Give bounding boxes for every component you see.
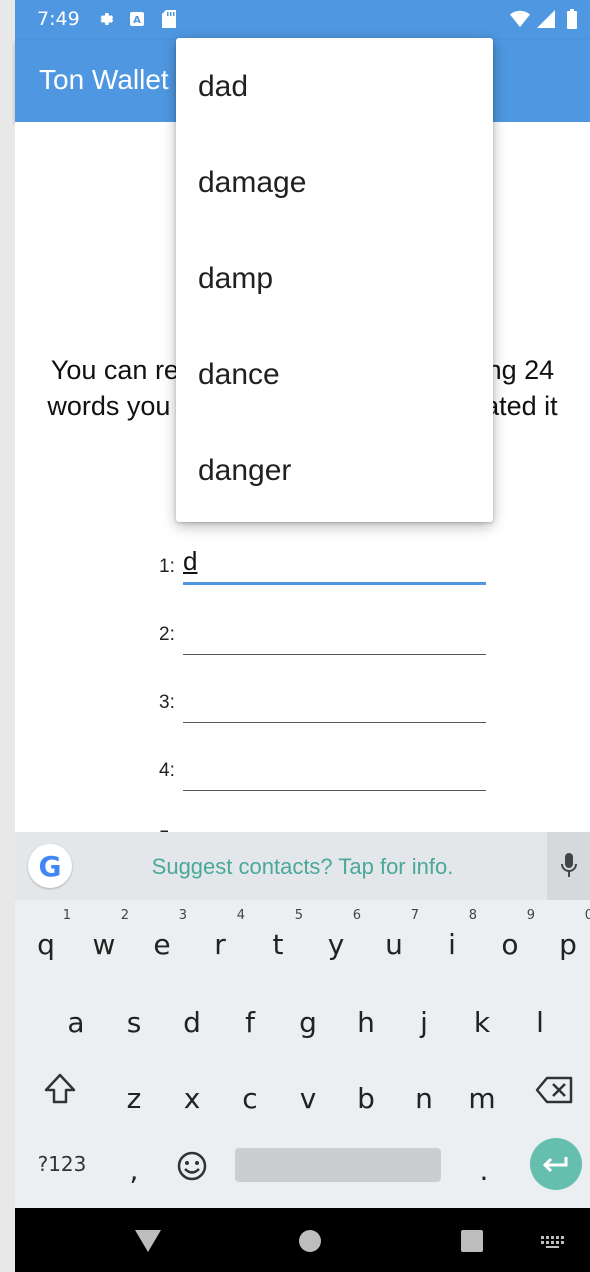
key-hint: 7: [410, 908, 419, 923]
key-hint: 3: [178, 908, 187, 923]
emoji-icon: [177, 1151, 207, 1181]
suggestion-option[interactable]: dance: [198, 358, 280, 392]
word-input-2[interactable]: [183, 618, 486, 655]
status-bar: 7:49 A: [15, 0, 590, 40]
symbols-key[interactable]: ?123: [27, 1144, 97, 1204]
key-s[interactable]: s: [107, 990, 161, 1050]
word-row: 1: d: [15, 546, 590, 596]
key-k[interactable]: k: [455, 990, 509, 1050]
soft-keyboard: G Suggest contacts? Tap for info. 1q2w3e…: [15, 832, 590, 1208]
key-g[interactable]: g: [281, 990, 335, 1050]
wifi-icon: [510, 9, 530, 29]
key-o[interactable]: 9o: [483, 908, 537, 972]
key-r[interactable]: 4r: [193, 908, 247, 972]
key-hint: 2: [120, 908, 129, 923]
mic-icon[interactable]: [547, 832, 590, 900]
app-title: Ton Wallet: [39, 64, 169, 95]
word-row: 4:: [15, 754, 590, 804]
comma-key[interactable]: ,: [107, 1138, 161, 1198]
status-time: 7:49: [37, 8, 80, 30]
backspace-key[interactable]: [527, 1064, 581, 1124]
key-hint: 1: [62, 908, 71, 923]
word-input-1[interactable]: d: [183, 546, 486, 585]
signal-icon: [536, 9, 556, 29]
key-q[interactable]: 1q: [19, 908, 73, 972]
word-row: 3:: [15, 686, 590, 736]
key-h[interactable]: h: [339, 990, 393, 1050]
space-key[interactable]: [235, 1148, 441, 1182]
key-d[interactable]: d: [165, 990, 219, 1050]
emoji-key[interactable]: [165, 1138, 219, 1198]
suggestion-option[interactable]: damp: [198, 262, 273, 296]
key-hint: 9: [526, 908, 535, 923]
navigation-bar: [15, 1208, 590, 1272]
contact-suggestion[interactable]: Suggest contacts? Tap for info.: [15, 854, 590, 880]
keyboard-suggestion-strip: G Suggest contacts? Tap for info.: [15, 832, 590, 900]
autocomplete-dropdown: dad damage damp dance danger: [176, 38, 493, 522]
key-i[interactable]: 8i: [425, 908, 479, 972]
key-u[interactable]: 7u: [367, 908, 421, 972]
word-input-value: d: [183, 546, 198, 576]
enter-key[interactable]: [530, 1138, 582, 1190]
key-x[interactable]: x: [165, 1066, 219, 1126]
key-a[interactable]: a: [49, 990, 103, 1050]
word-number: 3:: [159, 692, 175, 713]
key-hint: 0: [584, 908, 590, 923]
key-f[interactable]: f: [223, 990, 277, 1050]
key-hint: 8: [468, 908, 477, 923]
back-icon[interactable]: [135, 1230, 161, 1252]
word-number: 2:: [159, 624, 175, 645]
home-icon[interactable]: [299, 1230, 321, 1252]
word-input-3[interactable]: [183, 686, 486, 723]
word-row: 5:: [15, 822, 590, 832]
settings-icon: [95, 9, 115, 29]
word-row: 2:: [15, 618, 590, 668]
key-hint: 6: [352, 908, 361, 923]
key-c[interactable]: c: [223, 1066, 277, 1126]
word-number: 1:: [159, 556, 175, 577]
sd-card-icon: [159, 9, 179, 29]
word-input-4[interactable]: [183, 754, 486, 791]
key-p[interactable]: 0p: [541, 908, 590, 972]
recents-icon[interactable]: [461, 1230, 483, 1252]
period-key[interactable]: .: [457, 1138, 511, 1198]
keyboard-a-icon: A: [127, 9, 147, 29]
key-v[interactable]: v: [281, 1066, 335, 1126]
shift-icon: [44, 1073, 76, 1104]
battery-icon: [562, 9, 582, 29]
key-hint: 4: [236, 908, 245, 923]
backspace-icon: [535, 1076, 573, 1104]
key-w[interactable]: 2w: [77, 908, 131, 972]
key-m[interactable]: m: [455, 1066, 509, 1126]
key-t[interactable]: 5t: [251, 908, 305, 972]
key-j[interactable]: j: [397, 990, 451, 1050]
suggestion-option[interactable]: dad: [198, 70, 248, 104]
word-number: 4:: [159, 760, 175, 781]
keyboard-switch-icon[interactable]: [541, 1236, 565, 1248]
key-y[interactable]: 6y: [309, 908, 363, 972]
key-hint: 5: [294, 908, 303, 923]
svg-text:A: A: [133, 15, 141, 26]
key-l[interactable]: l: [513, 990, 567, 1050]
suggestion-option[interactable]: danger: [198, 454, 291, 488]
key-z[interactable]: z: [107, 1066, 161, 1126]
key-b[interactable]: b: [339, 1066, 393, 1126]
key-e[interactable]: 3e: [135, 908, 189, 972]
enter-icon: [542, 1157, 568, 1173]
shift-key[interactable]: [33, 1064, 87, 1124]
key-n[interactable]: n: [397, 1066, 451, 1126]
suggestion-option[interactable]: damage: [198, 166, 306, 200]
